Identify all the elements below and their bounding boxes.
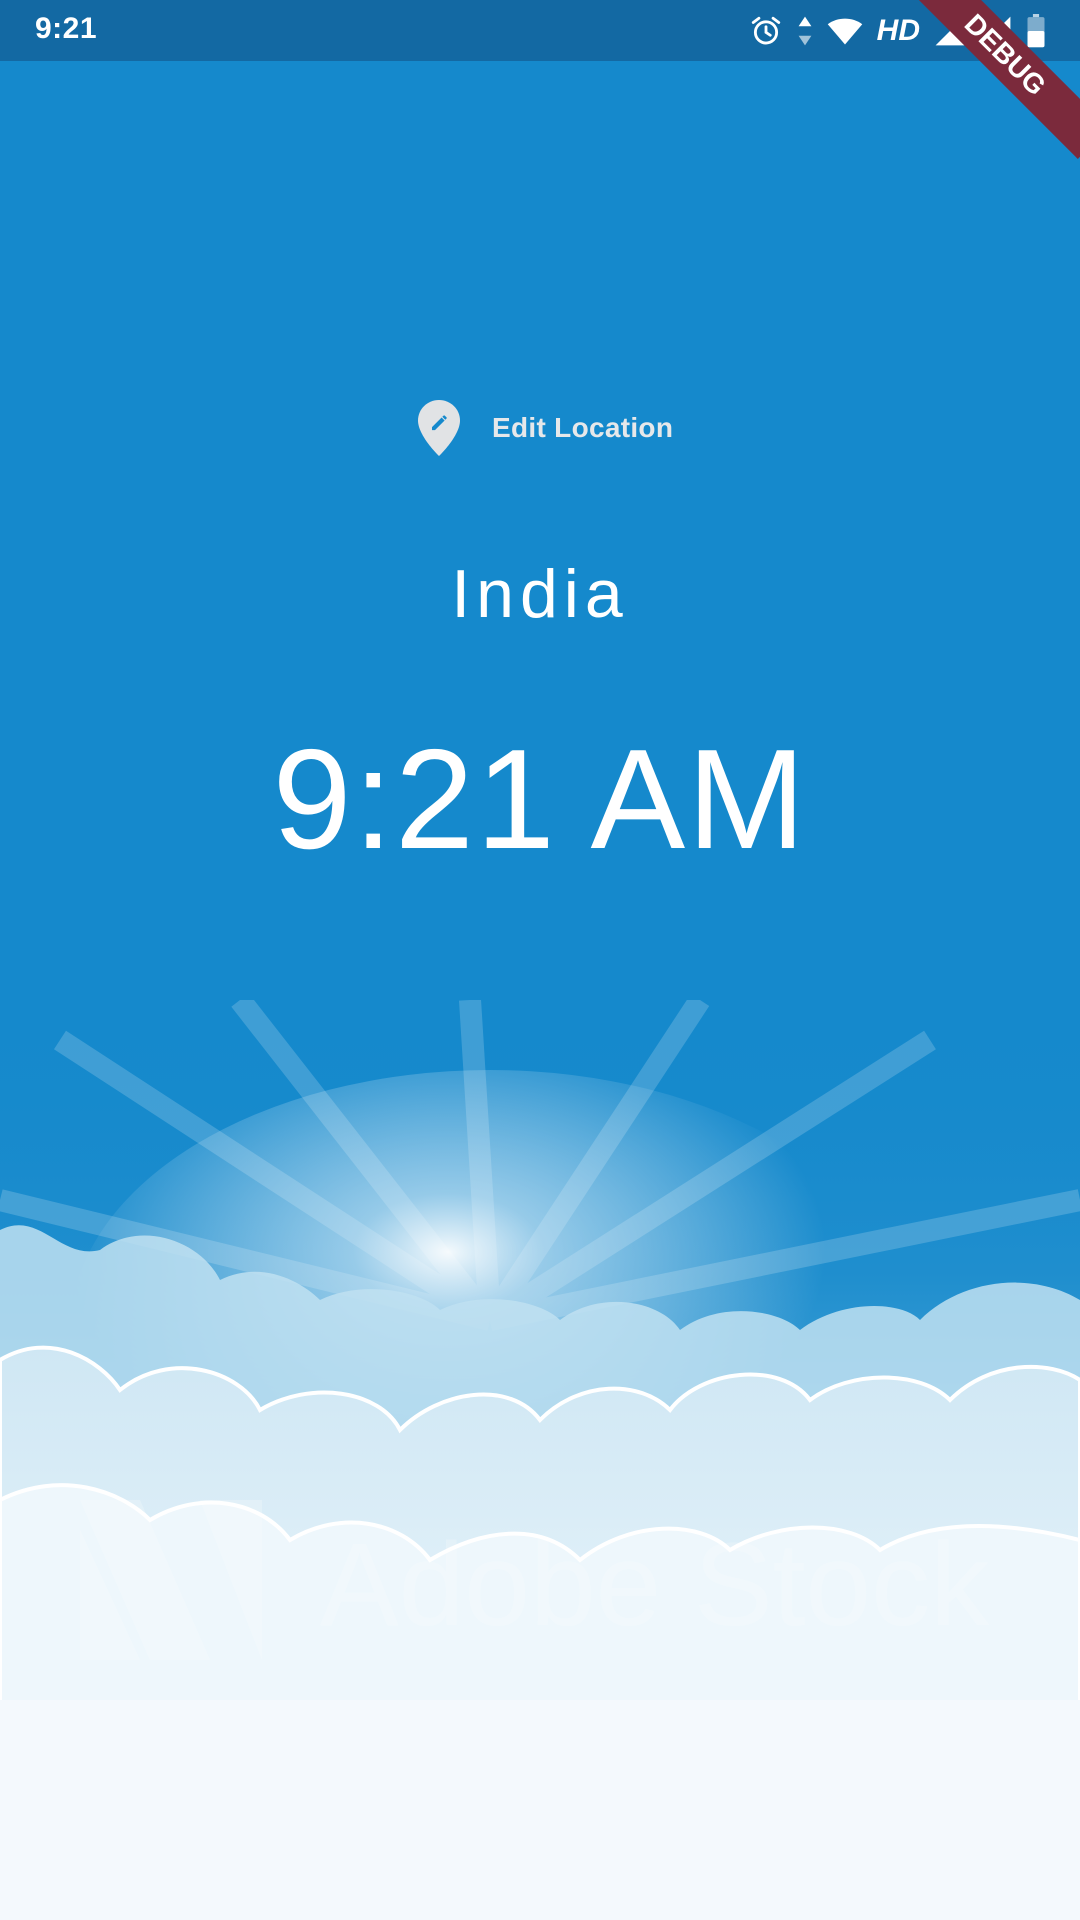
edit-location-button[interactable]: Edit Location — [410, 398, 681, 458]
main-content: Edit Location India 9:21 AM — [0, 0, 1080, 1920]
edit-location-icon — [418, 400, 460, 456]
battery-icon — [1026, 14, 1046, 48]
status-time: 9:21 — [35, 12, 98, 45]
alarm-icon — [749, 14, 783, 48]
location-name: India — [451, 556, 629, 632]
app-screen: 9:21 HD DEBUG Adobe Stock Edit Location … — [0, 0, 1080, 1920]
time-display: 9:21 AM — [272, 720, 808, 879]
status-bar: 9:21 HD — [0, 0, 1080, 61]
data-arrows-icon — [797, 15, 813, 47]
wifi-icon — [827, 16, 863, 46]
edit-location-label: Edit Location — [492, 412, 674, 443]
network-type-label: HD — [876, 14, 920, 47]
